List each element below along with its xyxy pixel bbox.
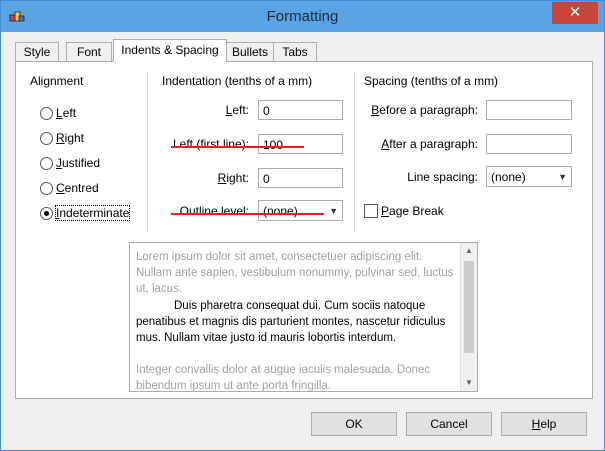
left-indent-input[interactable]: 0 (258, 100, 343, 120)
line-spacing-value: (none) (491, 170, 526, 184)
scroll-up-icon[interactable]: ▲ (461, 243, 477, 259)
radio-centred-label: Centred (56, 181, 99, 195)
radio-centred-dot[interactable] (40, 182, 53, 195)
radio-right-dot[interactable] (40, 132, 53, 145)
scroll-down-icon[interactable]: ▼ (461, 375, 477, 391)
alignment-heading: Alignment (30, 74, 84, 88)
radio-left-label: Left (56, 106, 77, 120)
window-title: Formatting (266, 8, 339, 25)
preview-after-text: Integer convallis dolor at augue iaculis… (136, 364, 431, 392)
tab-indents-spacing[interactable]: Indents & Spacing (113, 39, 227, 62)
outline-level-select[interactable]: (none) ▼ (258, 200, 343, 221)
radio-indeterminate-label: Indeterminate (54, 205, 131, 221)
before-paragraph-input[interactable] (486, 100, 572, 120)
outline-level-value: (none) (263, 204, 298, 218)
tab-style[interactable]: Style (15, 42, 59, 62)
paragraph-preview: Lorem ipsum dolor sit amet, consectetuer… (129, 242, 478, 392)
after-paragraph-label: After a paragraph: (381, 137, 478, 151)
annotation-underline (171, 213, 324, 215)
tab-tabs[interactable]: Tabs (273, 42, 317, 62)
chevron-down-icon: ▼ (329, 206, 338, 216)
annotation-underline (171, 146, 304, 148)
preview-main-text: Duis pharetra consequat dui. Cum sociis … (136, 300, 446, 344)
before-paragraph-label: Before a paragraph: (371, 103, 478, 117)
left-indent-label: Left: (225, 103, 249, 117)
after-paragraph-input[interactable] (486, 134, 572, 154)
separator (354, 72, 355, 232)
radio-justified-dot[interactable] (40, 157, 53, 170)
first-line-input[interactable]: 100 (258, 134, 343, 154)
page-break-checkbox[interactable] (364, 204, 378, 218)
radio-indeterminate-dot[interactable] (40, 207, 53, 220)
radio-left-dot[interactable] (40, 107, 53, 120)
preview-scrollbar[interactable]: ▲ ▼ (460, 243, 477, 391)
indentation-heading: Indentation (tenths of a mm) (162, 74, 313, 88)
cancel-button[interactable]: Cancel (406, 412, 492, 436)
tab-bullets[interactable]: Bullets (225, 42, 275, 62)
help-button[interactable]: Help (501, 412, 587, 436)
right-indent-label: Right: (217, 171, 249, 185)
outline-level-label: Outline level: (179, 204, 249, 218)
formatting-dialog: Formatting ✕ Style Font Indents & Spacin… (0, 0, 605, 451)
radio-right-label: Right (56, 131, 85, 145)
preview-before-text: Lorem ipsum dolor sit amet, consectetuer… (136, 251, 454, 295)
first-line-label: Left (first line): (172, 137, 249, 151)
close-icon: ✕ (568, 4, 582, 21)
ok-button[interactable]: OK (311, 412, 397, 436)
title-bar[interactable]: Formatting ✕ (1, 1, 604, 32)
radio-justified-label: Justified (56, 156, 101, 170)
page-break-label: Page Break (381, 204, 444, 218)
chevron-down-icon: ▼ (558, 172, 567, 182)
line-spacing-select[interactable]: (none) ▼ (486, 166, 572, 187)
scrollbar-thumb[interactable] (464, 261, 474, 353)
line-spacing-label: Line spacing: (407, 170, 478, 184)
tab-font[interactable]: Font (66, 42, 112, 62)
separator (147, 72, 148, 232)
right-indent-input[interactable]: 0 (258, 168, 343, 188)
close-button[interactable]: ✕ (552, 2, 598, 24)
indents-spacing-panel: Alignment Left Right Justified Centred I… (15, 61, 593, 399)
spacing-heading: Spacing (tenths of a mm) (364, 74, 499, 88)
